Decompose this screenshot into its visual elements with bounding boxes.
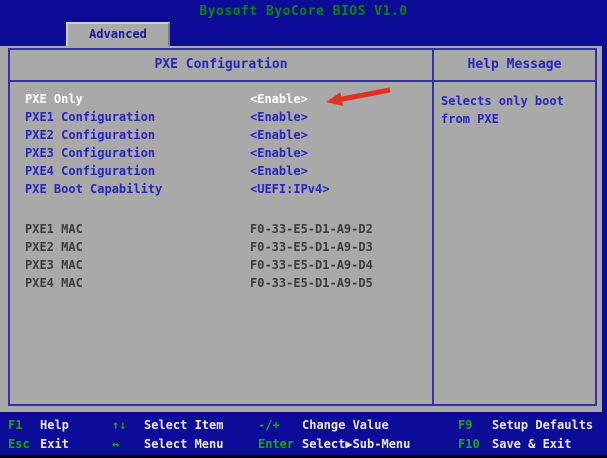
- setting-row-pxe1-configuration[interactable]: PXE1 Configuration <Enable>: [10, 108, 432, 126]
- hotkey-bar: F1Help ↑↓Select Item -/+Change Value F9S…: [0, 412, 607, 455]
- key-label: F9: [458, 416, 492, 435]
- key-label: -/+: [258, 416, 302, 435]
- setting-row-pxe2-configuration[interactable]: PXE2 Configuration <Enable>: [10, 126, 432, 144]
- action-label: Select▶Sub-Menu: [302, 437, 410, 451]
- hotkey-plusminus-change-value[interactable]: -/+Change Value: [258, 416, 458, 435]
- setting-row-pxe-only[interactable]: PXE Only <Enable>: [10, 90, 432, 108]
- info-value: F0-33-E5-D1-A9-D4: [250, 258, 373, 272]
- action-label: Select Item: [144, 418, 223, 432]
- info-value: F0-33-E5-D1-A9-D5: [250, 276, 373, 290]
- info-row-pxe2-mac: PXE2 MAC F0-33-E5-D1-A9-D3: [10, 238, 432, 256]
- body-band: PXE Only <Enable> PXE1 Configuration <En…: [10, 82, 595, 404]
- hotkey-f10-save-exit[interactable]: F10Save & Exit: [458, 435, 607, 454]
- setting-label: PXE2 Configuration: [25, 128, 250, 142]
- action-label: Change Value: [302, 418, 389, 432]
- setting-value[interactable]: <Enable>: [250, 146, 308, 160]
- hotkey-f1-help[interactable]: F1Help: [8, 416, 112, 435]
- up-down-arrows-icon: ↑↓: [112, 416, 144, 435]
- key-label: Esc: [8, 435, 40, 454]
- title-bar: Byosoft ByoCore BIOS V1.0 Advanced: [0, 0, 607, 46]
- setting-label: PXE Boot Capability: [25, 182, 250, 196]
- info-value: F0-33-E5-D1-A9-D3: [250, 240, 373, 254]
- hotkey-esc-exit[interactable]: EscExit: [8, 435, 112, 454]
- setting-value[interactable]: <UEFI:IPv4>: [250, 182, 329, 196]
- bios-title: Byosoft ByoCore BIOS V1.0: [0, 4, 607, 19]
- setting-label: PXE1 Configuration: [25, 110, 250, 124]
- help-text: Selects only boot from PXE: [441, 92, 589, 128]
- action-label: Exit: [40, 437, 69, 451]
- info-label: PXE2 MAC: [25, 240, 250, 254]
- setting-value[interactable]: <Enable>: [250, 110, 308, 124]
- info-row-pxe1-mac: PXE1 MAC F0-33-E5-D1-A9-D2: [10, 220, 432, 238]
- settings-list: PXE Only <Enable> PXE1 Configuration <En…: [10, 82, 432, 404]
- key-label: Enter: [258, 435, 302, 454]
- header-band: PXE Configuration Help Message: [10, 50, 595, 82]
- help-panel-title: Help Message: [432, 50, 595, 80]
- key-label: F10: [458, 435, 492, 454]
- setting-row-pxe4-configuration[interactable]: PXE4 Configuration <Enable>: [10, 162, 432, 180]
- action-label: Setup Defaults: [492, 418, 593, 432]
- hotkey-f9-setup-defaults[interactable]: F9Setup Defaults: [458, 416, 607, 435]
- key-label: F1: [8, 416, 40, 435]
- action-label: Select Menu: [144, 437, 223, 451]
- hotkey-enter-select-submenu[interactable]: EnterSelect▶Sub-Menu: [258, 435, 458, 454]
- info-row-pxe3-mac: PXE3 MAC F0-33-E5-D1-A9-D4: [10, 256, 432, 274]
- hotkey-updown-select-item[interactable]: ↑↓Select Item: [112, 416, 258, 435]
- tab-advanced[interactable]: Advanced: [66, 22, 170, 46]
- info-label: PXE4 MAC: [25, 276, 250, 290]
- action-label: Help: [40, 418, 69, 432]
- setting-value[interactable]: <Enable>: [250, 92, 308, 106]
- bios-screen: Byosoft ByoCore BIOS V1.0 Advanced PXE C…: [0, 0, 607, 458]
- setting-row-pxe-boot-capability[interactable]: PXE Boot Capability <UEFI:IPv4>: [10, 180, 432, 198]
- info-label: PXE1 MAC: [25, 222, 250, 236]
- hotkey-leftright-select-menu[interactable]: ↔Select Menu: [112, 435, 258, 454]
- info-label: PXE3 MAC: [25, 258, 250, 272]
- setting-value[interactable]: <Enable>: [250, 128, 308, 142]
- main-frame: PXE Configuration Help Message PXE Only …: [8, 48, 597, 406]
- setting-row-pxe3-configuration[interactable]: PXE3 Configuration <Enable>: [10, 144, 432, 162]
- info-value: F0-33-E5-D1-A9-D2: [250, 222, 373, 236]
- help-panel: Selects only boot from PXE: [432, 82, 595, 404]
- mac-address-block: PXE1 MAC F0-33-E5-D1-A9-D2 PXE2 MAC F0-3…: [10, 220, 432, 292]
- left-right-arrows-icon: ↔: [112, 435, 144, 454]
- content-area: PXE Configuration Help Message PXE Only …: [0, 46, 602, 412]
- setting-value[interactable]: <Enable>: [250, 164, 308, 178]
- setting-label: PXE3 Configuration: [25, 146, 250, 160]
- setting-label: PXE Only: [25, 92, 250, 106]
- info-row-pxe4-mac: PXE4 MAC F0-33-E5-D1-A9-D5: [10, 274, 432, 292]
- action-label: Save & Exit: [492, 437, 571, 451]
- setting-label: PXE4 Configuration: [25, 164, 250, 178]
- page-title: PXE Configuration: [10, 50, 432, 80]
